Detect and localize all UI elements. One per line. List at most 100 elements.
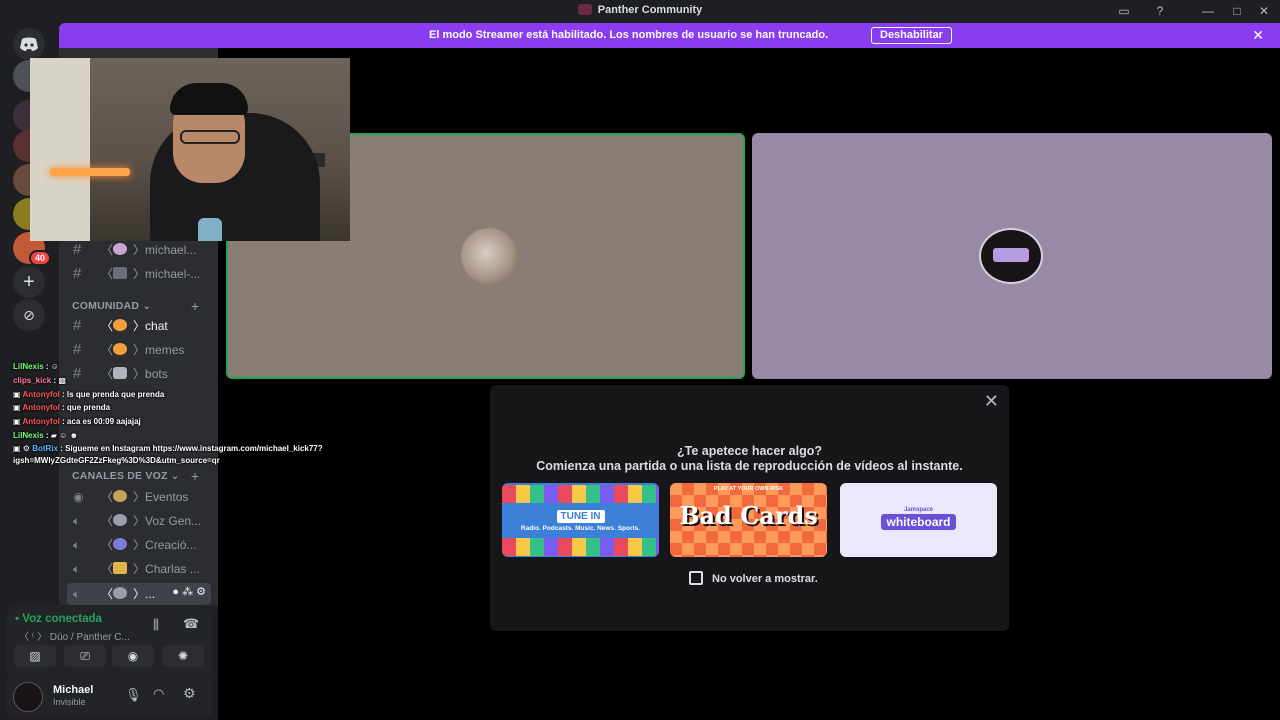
stream-chat-line: clips_kick : ▩: [13, 376, 66, 385]
voice-channel-name[interactable]: 〈 ⁽ 〉 Dúo / Panther C...: [19, 628, 130, 643]
discord-home-icon[interactable]: [13, 28, 45, 60]
add-channel-icon[interactable]: +: [191, 468, 199, 484]
explore-icon[interactable]: ⊘: [13, 299, 45, 331]
help-icon[interactable]: ?: [1152, 3, 1168, 19]
smile-icon: [113, 319, 128, 331]
voice-channel-creacion[interactable]: 🔈︎ 〈〉Creació...: [73, 536, 196, 556]
streamer-mode-banner: El modo Streamer está habilitado. Los no…: [59, 23, 1280, 48]
category-voice[interactable]: CANALES DE VOZ ⌄ +: [72, 468, 199, 484]
channel-label: ...: [145, 587, 156, 601]
chat-message: igsh=MWlyZGdteGF2ZzFkeg%3D%3D&utm_source…: [13, 456, 220, 465]
chat-message: ls que prenda que prenda: [66, 390, 165, 399]
channel-item-chat[interactable]: # 〈〉chat: [73, 317, 168, 337]
activity-card-whiteboard[interactable]: Jamspace whiteboard: [840, 483, 997, 557]
activity-caption: Radio. Podcasts. Music. News. Sports.: [520, 525, 641, 532]
screen-share-icon: ⎚: [80, 649, 90, 663]
activity-caption: Jamspace: [903, 507, 934, 513]
voice-status-text: Voz conectada: [22, 613, 102, 625]
activity-button[interactable]: ◉: [112, 645, 154, 667]
stream-chat-line: ▣ Antonyfol : ls que prenda que prenda: [13, 390, 165, 399]
mic-icon: [113, 587, 128, 599]
channel-label: Voz Gen...: [145, 514, 202, 528]
activity-name: whiteboard: [881, 514, 956, 530]
activity-name: TUNE IN: [556, 510, 605, 523]
headphones-icon[interactable]: ◠: [153, 686, 164, 702]
hash-icon: #: [73, 241, 82, 258]
add-channel-icon[interactable]: +: [191, 298, 199, 314]
speaker-icon: 🔈︎: [73, 587, 81, 601]
activity-card-badcards[interactable]: PLAY AT YOUR OWN RISK Bad Cards: [670, 483, 827, 557]
maximize-icon[interactable]: □: [1229, 3, 1245, 19]
participant-avatar: [461, 228, 517, 284]
channel-item[interactable]: # 〈〉michael-...: [73, 265, 200, 285]
window-title: Panther Community: [0, 4, 1280, 16]
microphone: [198, 218, 222, 241]
dont-show-again-checkbox[interactable]: No volver a mostrar.: [689, 571, 818, 585]
voice-channel-eventos[interactable]: ◉ 〈〉Eventos: [73, 488, 188, 508]
inbox-icon[interactable]: ▭: [1116, 3, 1132, 19]
card-art: [502, 485, 659, 503]
channel-label: memes: [145, 343, 185, 357]
channel-label: Eventos: [145, 490, 189, 504]
hash-icon: #: [73, 341, 82, 358]
user-panel: Michael Invisible 🎙︎ ◠ ⚙: [7, 677, 212, 717]
checkbox-label: No volver a mostrar.: [712, 573, 818, 585]
channel-item-memes[interactable]: # 〈〉memes: [73, 341, 184, 361]
voice-channel-charlas[interactable]: 🔈︎ 〈〉Charlas ...: [73, 560, 200, 580]
chat-username: Antonyfol: [22, 403, 60, 412]
checkbox-box[interactable]: [689, 571, 703, 585]
frame-icon: [113, 267, 128, 279]
close-icon[interactable]: ✕: [984, 391, 999, 412]
add-server-icon[interactable]: +: [13, 266, 45, 298]
noise-suppression-icon[interactable]: ⫼: [153, 617, 159, 633]
soundboard-icon: ✺: [177, 649, 189, 663]
voice-channel-general[interactable]: 🔈︎ 〈〉Voz Gen...: [73, 512, 201, 532]
participant-tile[interactable]: [752, 133, 1272, 379]
category-comunidad[interactable]: COMUNIDAD ⌄ +: [72, 298, 199, 314]
channel-item-bots[interactable]: # 〈〉bots: [73, 365, 168, 385]
chat-username: Antonyfol: [22, 390, 60, 399]
voice-stage: ✕ ¿Te apetece hacer algo? Comienza una p…: [218, 48, 1280, 720]
screen-share-button[interactable]: ⎚: [64, 645, 106, 667]
camera-off-button[interactable]: ▨: [14, 645, 56, 667]
title-bar: Panther Community ▭ ? — □ ✕: [0, 0, 1280, 22]
stream-chat-line: igsh=MWlyZGdteGF2ZzFkeg%3D%3D&utm_source…: [13, 456, 220, 465]
channel-label: bots: [145, 367, 168, 381]
paint-icon: [113, 243, 128, 255]
disable-streamer-button[interactable]: Deshabilitar: [871, 27, 952, 44]
stream-chat-line: ▣ Antonyfol : que prenda: [13, 403, 111, 412]
banner-message: El modo Streamer está habilitado. Los no…: [429, 29, 829, 41]
chat-username: Antonyfol: [22, 417, 60, 426]
channel-item[interactable]: # 〈〉michael...: [73, 241, 196, 261]
channel-label: Creació...: [145, 538, 197, 552]
gamepad-icon: [113, 538, 128, 550]
stream-chat-line: ▣ Antonyfol : aca es 00:09 aajajaj: [13, 417, 141, 426]
activity-name: Bad Cards: [679, 501, 818, 530]
mention-badge: 40: [29, 250, 52, 266]
chat-message: que prenda: [66, 403, 111, 412]
mic-icon[interactable]: 🎙︎: [125, 687, 142, 703]
voice-status[interactable]: ▪︎ Voz conectada: [15, 613, 102, 625]
mic-icon: [113, 514, 128, 526]
disconnect-icon[interactable]: ☎: [183, 616, 199, 632]
signal-icon: ▪︎: [15, 613, 20, 625]
close-window-icon[interactable]: ✕: [1256, 3, 1272, 19]
close-banner-icon[interactable]: ✕: [1252, 27, 1264, 44]
minimize-icon[interactable]: —: [1200, 3, 1216, 19]
category-label: CANALES DE VOZ: [72, 470, 168, 482]
streamer-hair: [170, 83, 248, 115]
settings-gear-icon[interactable]: ⚙: [183, 685, 196, 702]
soundboard-button[interactable]: ✺: [162, 645, 204, 667]
voice-channel-active[interactable]: 🔈︎ 〈〉... ● ⁂ ⚙: [67, 583, 211, 605]
channel-actions[interactable]: ● ⁂ ⚙: [172, 585, 206, 598]
gamepad-icon: ◉: [127, 649, 139, 663]
light-strip: [50, 168, 130, 176]
channel-label: chat: [145, 319, 168, 333]
activity-card-tunein[interactable]: TUNE IN Radio. Podcasts. Music. News. Sp…: [502, 483, 659, 557]
activity-prompt: ✕ ¿Te apetece hacer algo? Comienza una p…: [490, 385, 1009, 631]
laugh-icon: [113, 343, 128, 355]
avatar[interactable]: [13, 682, 43, 712]
stream-chat-line: ▣ ⚙ BotRix : Sígueme en Instagram https:…: [13, 444, 323, 453]
username: Michael: [53, 684, 94, 696]
robot-icon: [113, 367, 128, 379]
